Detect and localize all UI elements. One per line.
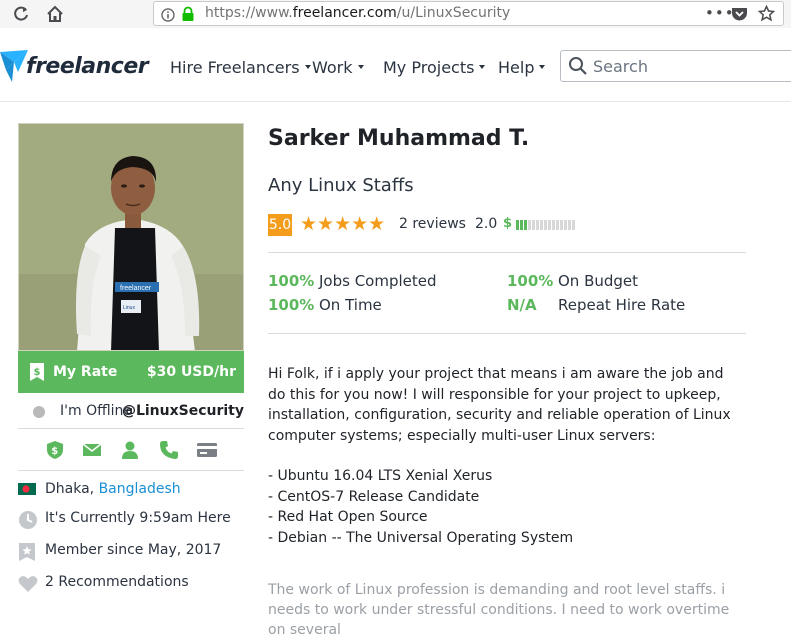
nav-work[interactable]: Work	[312, 58, 364, 77]
repeat-hire-pct: N/A	[507, 296, 537, 314]
phone-verified-icon[interactable]	[159, 440, 179, 460]
jobs-completed-pct: 100%	[268, 272, 315, 290]
online-status-row: I'm Offline @LinuxSecurity	[18, 398, 244, 429]
nav-help[interactable]: Help	[498, 58, 546, 77]
list-item: - Debian -- The Universal Operating Syst…	[268, 529, 574, 546]
payment-card-icon[interactable]	[196, 440, 217, 460]
profile-tagline: Any Linux Staffs	[268, 175, 414, 196]
rating-badge: 5.0	[268, 214, 292, 236]
bio-more-text: The work of Linux profession is demandin…	[268, 582, 730, 638]
price-tag-icon: $	[29, 362, 45, 386]
rate-label: My Rate	[53, 364, 118, 380]
repeat-hire-label: Repeat Hire Rate	[558, 296, 686, 314]
earnings-bar-segment	[536, 220, 539, 230]
url-text: https://www.freelancer.com/u/LinuxSecuri…	[205, 5, 511, 21]
email-verified-icon[interactable]	[82, 440, 102, 460]
earnings-bar-segment	[572, 220, 575, 230]
divider	[268, 333, 746, 334]
address-bar[interactable]: https://www.freelancer.com/u/LinuxSecuri…	[153, 1, 784, 26]
reviews-count[interactable]: 2 reviews	[399, 216, 466, 232]
site-header: freelancer Hire Freelancers Work My Proj…	[0, 28, 791, 102]
shirt-logo-text: freelancer	[120, 285, 152, 292]
verifications-row: $	[18, 429, 244, 471]
profile-photo: freelancer Linux	[18, 123, 244, 351]
badge-logo-text: Linux	[123, 305, 135, 311]
earnings-bar-segment	[564, 220, 567, 230]
heart-icon	[18, 575, 38, 597]
payment-verified-icon[interactable]: $	[45, 440, 65, 460]
earnings-bar-segment	[548, 220, 551, 230]
profile-verified-icon[interactable]	[120, 440, 140, 460]
offline-status-dot	[33, 406, 45, 418]
bookmark-star-icon[interactable]	[757, 4, 776, 26]
svg-text:$: $	[51, 446, 58, 457]
on-budget-pct: 100%	[507, 272, 554, 290]
earnings-bar-segment	[520, 220, 523, 230]
chevron-down-icon	[357, 64, 364, 69]
list-item: - CentOS-7 Release Candidate	[268, 488, 480, 505]
bio-list: - Ubuntu 16.04 LTS Xenial Xerus - CentOS…	[268, 466, 738, 548]
reload-icon[interactable]	[10, 3, 32, 25]
lock-icon[interactable]	[181, 6, 195, 26]
on-time-label: On Time	[319, 296, 382, 314]
home-icon[interactable]	[44, 3, 66, 25]
nav-hire-freelancers[interactable]: Hire Freelancers	[170, 58, 311, 77]
earnings-bar-segment	[556, 220, 559, 230]
bangladesh-flag-icon	[18, 483, 36, 499]
star-rating-icon: ★★★★★	[300, 213, 386, 235]
on-time-pct: 100%	[268, 296, 315, 314]
search-icon	[568, 56, 588, 80]
browser-toolbar: https://www.freelancer.com/u/LinuxSecuri…	[0, 0, 791, 29]
svg-text:$: $	[34, 367, 41, 378]
earnings-bar-segment	[532, 220, 535, 230]
username: @LinuxSecurity	[121, 403, 244, 419]
freelancer-logo[interactable]: freelancer	[26, 54, 149, 79]
on-budget-label: On Budget	[558, 272, 639, 290]
chevron-down-icon	[479, 64, 486, 69]
earnings-bar-segment	[544, 220, 547, 230]
hourly-rate-bar: $ My Rate $30 USD/hr	[18, 351, 244, 393]
member-badge-icon	[18, 542, 36, 566]
earnings-bar-segment	[528, 220, 531, 230]
earnings-bar	[516, 220, 576, 230]
earnings-bar-segment	[524, 220, 527, 230]
chevron-down-icon	[539, 64, 546, 69]
list-item: - Red Hat Open Source	[268, 509, 428, 525]
bio-paragraph: Hi Folk, if i apply your project that me…	[268, 366, 731, 444]
earnings-bar-segment	[516, 220, 519, 230]
rate-value: $30 USD/hr	[146, 364, 236, 380]
divider	[268, 252, 746, 253]
chevron-down-icon	[304, 64, 311, 69]
dollar-icon: $	[503, 216, 513, 231]
earnings-score: 2.0	[475, 216, 498, 232]
clock-icon	[18, 510, 38, 534]
list-item: - Ubuntu 16.04 LTS Xenial Xerus	[268, 468, 493, 484]
earnings-bar-segment	[560, 220, 563, 230]
jobs-completed-label: Jobs Completed	[319, 272, 437, 290]
nav-my-projects[interactable]: My Projects	[383, 58, 486, 77]
earnings-bar-segment	[552, 220, 555, 230]
country-link[interactable]: Bangladesh	[99, 481, 181, 497]
profile-description: Hi Folk, if i apply your project that me…	[268, 364, 738, 548]
search-input[interactable]: Search	[560, 50, 791, 82]
pocket-icon[interactable]	[731, 6, 748, 26]
freelancer-name: Sarker Muhammad T.	[268, 126, 530, 151]
info-icon[interactable]	[161, 7, 175, 26]
earnings-bar-segment	[540, 220, 543, 230]
earnings-bar-segment	[568, 220, 571, 230]
